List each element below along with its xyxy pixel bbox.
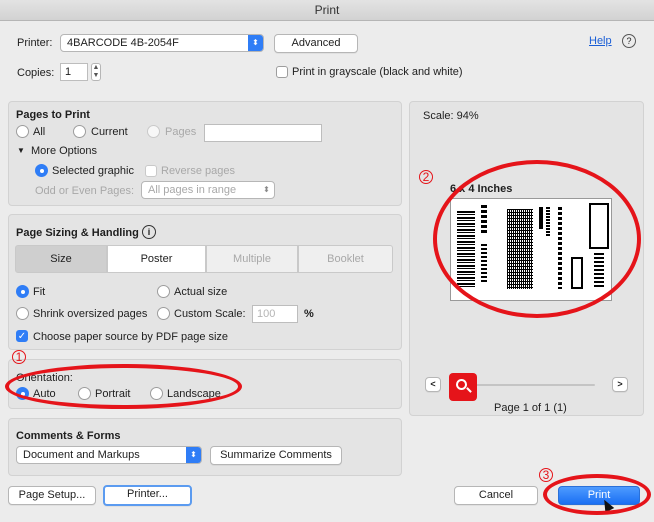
printer-button[interactable]: Printer... [103, 485, 192, 506]
copies-stepper[interactable]: ▲ ▼ [91, 63, 101, 81]
shrink-radio[interactable] [16, 307, 29, 320]
custom-scale-input[interactable]: 100 [252, 305, 298, 323]
current-label: Current [91, 126, 128, 138]
printer-label: Printer: [17, 37, 53, 49]
odd-even-select[interactable]: All pages in range ⬍ [141, 181, 275, 199]
custom-scale-label: Custom Scale: [174, 308, 246, 320]
next-page-button[interactable]: > [612, 377, 628, 392]
odd-even-label: Odd or Even Pages: [35, 185, 135, 197]
page-count-label: Page 1 of 1 (1) [494, 402, 567, 414]
grayscale-label: Print in grayscale (black and white) [292, 66, 463, 78]
annotation-number-three: 3 [539, 468, 553, 482]
tab-size[interactable]: Size [15, 245, 107, 273]
chevron-updown-icon: ⬍ [263, 185, 270, 194]
more-options-label[interactable]: More Options [31, 145, 97, 157]
odd-even-select-value: All pages in range [148, 184, 237, 196]
page-slider-track[interactable] [464, 384, 595, 386]
comments-select[interactable]: Document and Markups ⬍ [16, 446, 202, 464]
all-radio[interactable] [16, 125, 29, 138]
annotation-number-one: 1 [12, 350, 26, 364]
help-link[interactable]: Help [589, 35, 612, 47]
chevron-updown-icon: ⬍ [248, 35, 263, 51]
window-title: Print [0, 0, 654, 21]
paper-source-checkbox[interactable]: ✓ [16, 330, 28, 342]
pages-label: Pages [165, 126, 197, 138]
comments-heading: Comments & Forms [16, 430, 121, 442]
all-label: All [33, 126, 46, 138]
previous-page-button[interactable]: < [425, 377, 441, 392]
page-setup-button[interactable]: Page Setup... [8, 486, 96, 505]
chevron-updown-icon: ⬍ [186, 447, 201, 463]
comments-select-value: Document and Markups [23, 449, 140, 461]
reverse-pages-checkbox[interactable] [145, 165, 157, 177]
disclosure-triangle-icon[interactable]: ▼ [17, 146, 25, 155]
paper-source-label: Choose paper source by PDF page size [33, 331, 229, 343]
reverse-pages-label: Reverse pages [161, 165, 235, 177]
tab-poster[interactable]: Poster [107, 245, 206, 273]
copies-label: Copies: [17, 67, 55, 79]
zoom-icon [449, 373, 477, 401]
selected-graphic-radio[interactable] [35, 164, 48, 177]
tab-multiple[interactable]: Multiple [206, 245, 298, 273]
copies-input[interactable]: 1 [60, 63, 88, 81]
annotation-ring-orientation [5, 364, 242, 409]
pages-heading: Pages to Print [16, 109, 90, 121]
shrink-label: Shrink oversized pages [33, 308, 148, 320]
advanced-button[interactable]: Advanced [274, 34, 358, 53]
printer-select[interactable]: 4BARCODE 4B-2054F ⬍ [60, 34, 264, 52]
selected-graphic-label: Selected graphic [52, 165, 134, 177]
current-radio[interactable] [73, 125, 86, 138]
cancel-button[interactable]: Cancel [454, 486, 538, 505]
scale-label: Scale: 94% [423, 110, 479, 122]
fit-radio[interactable] [16, 285, 29, 298]
annotation-ring-preview [433, 160, 641, 318]
actual-size-radio[interactable] [157, 285, 170, 298]
annotation-ring-print [543, 474, 651, 515]
grayscale-checkbox[interactable] [276, 66, 288, 78]
help-icon[interactable]: ? [622, 34, 636, 48]
fit-label: Fit [33, 286, 46, 298]
actual-size-label: Actual size [174, 286, 228, 298]
sizing-heading: Page Sizing & Handling [16, 227, 139, 239]
summarize-comments-button[interactable]: Summarize Comments [210, 446, 342, 465]
annotation-number-two: 2 [419, 170, 433, 184]
percent-label: % [304, 308, 314, 320]
pages-radio[interactable] [147, 125, 160, 138]
printer-select-value: 4BARCODE 4B-2054F [67, 37, 179, 49]
custom-scale-radio[interactable] [157, 307, 170, 320]
info-icon[interactable]: i [142, 225, 156, 239]
pages-range-input[interactable] [204, 124, 322, 142]
tab-booklet[interactable]: Booklet [298, 245, 393, 273]
